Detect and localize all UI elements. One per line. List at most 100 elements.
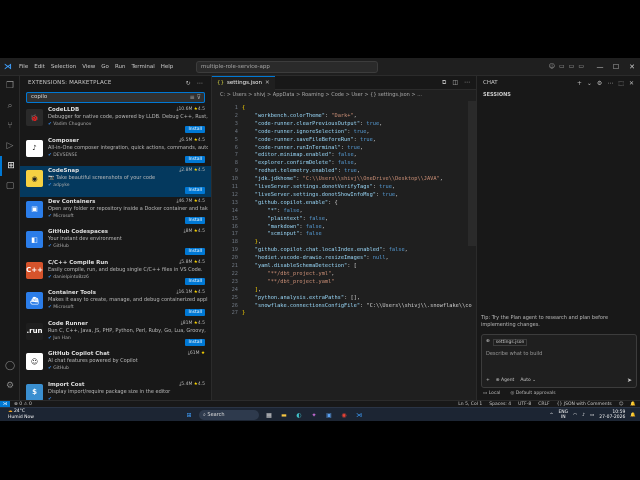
menu-view[interactable]: View <box>79 64 98 70</box>
install-button[interactable]: Install <box>185 217 205 224</box>
filter-icon[interactable]: ≡ ⊽ <box>190 93 201 102</box>
close-icon[interactable]: ✕ <box>624 58 640 76</box>
extension-item[interactable]: ◉ CodeSnap 📷 Take beautiful screenshots of… <box>20 166 211 197</box>
extensions-icon[interactable]: ⊞ <box>0 156 20 176</box>
explorer-icon[interactable]: ❐ <box>0 76 20 96</box>
menu-help[interactable]: Help <box>158 64 177 70</box>
extensions-sidebar: EXTENSIONS: MARKETPLACE ↻ ⋯ copilo ≡ ⊽ 🐞… <box>20 76 212 400</box>
chat-dropdown-icon[interactable]: ⌄ <box>587 80 592 87</box>
more-actions-icon[interactable]: ⋯ <box>197 80 203 87</box>
add-context-icon[interactable]: + <box>486 378 490 383</box>
extension-item[interactable]: ☺ GitHub Copilot Chat AI chat features pow… <box>20 349 211 380</box>
menu-terminal[interactable]: Terminal <box>128 64 157 70</box>
activity-bar: ❐ ⌕ ⑂ ▷ ⊞ ▢ ◯ ⚙ <box>0 76 20 400</box>
extension-item[interactable]: 🐞 CodeLLDB Debugger for native code, power… <box>20 105 211 136</box>
split-editor-icon[interactable]: ◫ <box>452 79 458 87</box>
refresh-icon[interactable]: ↻ <box>186 80 191 87</box>
extension-item[interactable]: ⛴ Container Tools Makes it easy to create,… <box>20 288 211 319</box>
install-button[interactable]: Install <box>185 125 205 133</box>
extension-item[interactable]: ♪ Composer All-in-One composer integration… <box>20 136 211 167</box>
close-tab-icon[interactable]: ✕ <box>265 80 270 86</box>
toggle-secondary-sidebar-icon[interactable]: ▭ <box>578 58 584 76</box>
remote-explorer-icon[interactable]: ▢ <box>0 176 20 196</box>
install-button[interactable]: Install <box>185 308 205 316</box>
copilot-app-icon[interactable]: ✦ <box>309 410 319 420</box>
chrome-icon[interactable]: ◉ <box>339 410 349 420</box>
breadcrumb[interactable]: C: > Users > shivj > AppData > Roaming >… <box>212 90 476 101</box>
extension-item[interactable]: C++ C/C++ Compile Run Easily compile, run,… <box>20 258 211 289</box>
install-button[interactable]: Install <box>185 186 205 194</box>
vscode-taskbar-icon[interactable]: ⋊ <box>354 410 364 420</box>
line-number: 26 <box>231 302 238 309</box>
file-explorer-icon[interactable]: ▬ <box>279 410 289 420</box>
search-icon[interactable]: ⌕ <box>0 96 20 116</box>
open-preview-icon[interactable]: ⧉ <box>442 79 446 87</box>
context-attachment[interactable]: ⊕ settings.json <box>486 339 528 346</box>
command-center[interactable]: multiple-role-service-app <box>196 61 378 73</box>
extension-icon: .run <box>26 322 43 340</box>
install-button[interactable]: Install <box>185 247 205 255</box>
editor-more-icon[interactable]: ⋯ <box>464 79 470 87</box>
copilot-icon[interactable]: ☺ <box>549 58 555 76</box>
battery-icon[interactable]: ▭ <box>590 413 594 418</box>
toggle-sidebar-icon[interactable]: ▭ <box>559 58 565 76</box>
approvals-picker[interactable]: ◎ Default approvals <box>510 391 555 396</box>
send-icon[interactable]: ➤ <box>627 377 632 384</box>
task-view-icon[interactable]: ▦ <box>264 410 274 420</box>
chat-more-icon[interactable]: ⋯ <box>607 80 613 87</box>
temperature: 24°C <box>13 409 26 414</box>
menu-selection[interactable]: Selection <box>48 64 79 70</box>
start-windows-icon[interactable]: ⊞ <box>184 410 194 420</box>
volume-icon[interactable]: ♪ <box>582 413 585 418</box>
menu-run[interactable]: Run <box>112 64 129 70</box>
code-line: "jdk.jdkhome": "C:\\Users\\shivj\\OneDri… <box>254 176 443 183</box>
store-icon[interactable]: ▣ <box>324 410 334 420</box>
extension-list: 🐞 CodeLLDB Debugger for native code, power… <box>20 105 211 400</box>
install-button[interactable]: Install <box>185 156 205 163</box>
manage-gear-icon[interactable]: ⚙ <box>0 376 20 396</box>
extension-item[interactable]: ◧ GitHub Codespaces Your instant dev envir… <box>20 227 211 258</box>
extension-item[interactable]: $ Import Cost Display import/require packa… <box>20 380 211 400</box>
attach-icon[interactable]: ⊕ <box>486 339 490 346</box>
tray-chevron-icon[interactable]: ^ <box>550 413 554 418</box>
extension-item[interactable]: ▣ Dev Containers Open any folder or reposi… <box>20 197 211 228</box>
install-button[interactable]: Install <box>185 339 205 346</box>
model-picker[interactable]: Auto ⌄ <box>520 378 536 383</box>
extension-item[interactable]: .run Code Runner Run C, C++, Java, JS, PHP… <box>20 319 211 350</box>
tab-settings-json[interactable]: {} settings.json ✕ <box>212 75 275 90</box>
code-line: "github.copilot.chat.localIndex.enabled"… <box>254 247 408 254</box>
toggle-panel-icon[interactable]: ▭ <box>569 58 575 76</box>
menu-file[interactable]: File <box>16 64 31 70</box>
context-file-chip[interactable]: settings.json <box>492 339 528 346</box>
verified-icon: ✔ <box>48 274 52 280</box>
extension-icon: ▣ <box>26 200 43 218</box>
menu-edit[interactable]: Edit <box>31 64 48 70</box>
agent-picker[interactable]: ⊛ Agent <box>496 378 515 383</box>
editor-scrollbar[interactable] <box>468 101 476 246</box>
code-line: "workbench.colorTheme": "Dark+", <box>254 112 357 119</box>
chat-input[interactable]: Describe what to build <box>486 351 542 357</box>
account-icon[interactable]: ◯ <box>0 356 20 376</box>
taskbar-search[interactable]: ⌕ Search <box>199 410 259 420</box>
maximize-icon[interactable]: ☐ <box>608 58 624 76</box>
chat-settings-icon[interactable]: ⚙ <box>597 80 602 87</box>
clock[interactable]: 10:59 27-07-2026 <box>599 410 625 421</box>
maximize-panel-icon[interactable]: ⬚ <box>618 80 624 87</box>
local-picker[interactable]: ▭ Local <box>483 391 500 396</box>
source-control-icon[interactable]: ⑂ <box>0 116 20 136</box>
run-debug-icon[interactable]: ▷ <box>0 136 20 156</box>
extensions-search-input[interactable]: copilo ≡ ⊽ <box>26 92 205 103</box>
menu-go[interactable]: Go <box>98 64 112 70</box>
install-button[interactable]: Install <box>185 278 205 285</box>
extension-description: Open any folder or repository inside a D… <box>48 205 208 212</box>
close-panel-icon[interactable]: ✕ <box>629 80 634 87</box>
minimize-icon[interactable]: — <box>592 58 608 76</box>
wifi-icon[interactable]: ◠ <box>573 413 577 418</box>
notification-bell-icon[interactable]: 🔔 <box>630 413 636 418</box>
weather-widget[interactable]: ☁ 24°C Humid Now <box>8 409 34 421</box>
extension-stats: ⤓2.8M ★4.5 <box>179 168 205 173</box>
edge-icon[interactable]: ◐ <box>294 410 304 420</box>
language-indicator[interactable]: ENG IN <box>558 410 568 420</box>
new-chat-icon[interactable]: + <box>577 80 582 87</box>
extension-description: All-in-One composer integration, quick a… <box>48 144 208 151</box>
